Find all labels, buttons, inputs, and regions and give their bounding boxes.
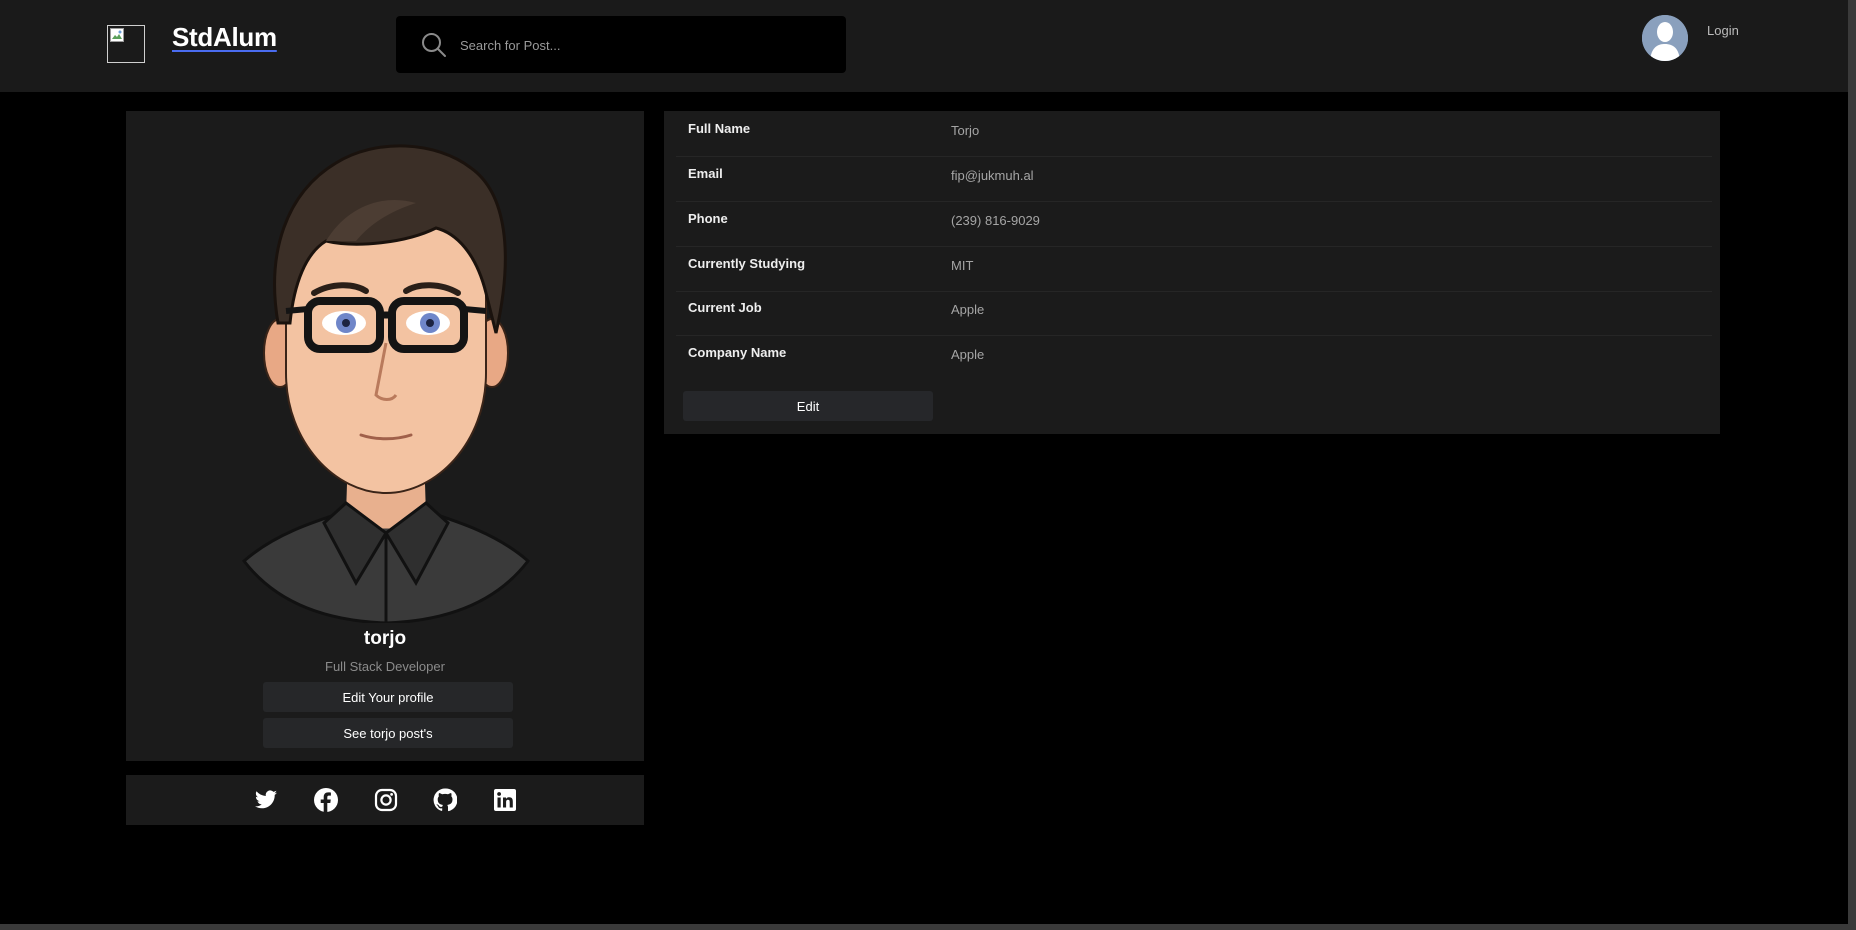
profile-avatar bbox=[241, 144, 531, 623]
detail-label: Phone bbox=[688, 211, 728, 226]
login-link[interactable]: Login bbox=[1707, 23, 1739, 38]
detail-label: Currently Studying bbox=[688, 256, 806, 271]
profile-details-card: Full Name Torjo Email fip@jukmuh.al Phon… bbox=[664, 111, 1720, 434]
detail-row-phone: Phone (239) 816-9029 bbox=[676, 201, 1712, 247]
vertical-scrollbar[interactable] bbox=[1848, 0, 1856, 930]
search-bar[interactable] bbox=[396, 16, 846, 73]
detail-value: MIT bbox=[951, 258, 974, 273]
detail-row-current-job: Current Job Apple bbox=[676, 290, 1712, 336]
detail-value: fip@jukmuh.al bbox=[951, 168, 1034, 183]
profile-role: Full Stack Developer bbox=[325, 659, 445, 674]
detail-row-email: Email fip@jukmuh.al bbox=[676, 156, 1712, 202]
detail-value: Torjo bbox=[951, 123, 980, 138]
horizontal-scrollbar[interactable] bbox=[0, 924, 1856, 930]
facebook-icon[interactable] bbox=[314, 788, 338, 812]
edit-profile-button[interactable]: Edit Your profile bbox=[263, 682, 513, 712]
navbar: StdAlum Login bbox=[0, 0, 1856, 92]
linkedin-icon[interactable] bbox=[493, 788, 517, 812]
logo-image[interactable] bbox=[107, 25, 145, 63]
broken-image-icon bbox=[110, 28, 124, 42]
detail-row-full-name: Full Name Torjo bbox=[676, 111, 1712, 157]
detail-row-company-name: Company Name Apple bbox=[676, 335, 1712, 380]
detail-label: Full Name bbox=[688, 121, 751, 136]
detail-value: (239) 816-9029 bbox=[951, 213, 1040, 228]
edit-details-button[interactable]: Edit bbox=[683, 391, 933, 421]
github-icon[interactable] bbox=[433, 788, 457, 812]
detail-label: Current Job bbox=[688, 300, 762, 315]
detail-label: Email bbox=[688, 166, 723, 181]
instagram-icon[interactable] bbox=[374, 788, 398, 812]
social-links bbox=[126, 775, 644, 825]
user-silhouette-icon bbox=[1642, 15, 1688, 61]
detail-row-currently-studying: Currently Studying MIT bbox=[676, 246, 1712, 292]
profile-username: torjo bbox=[363, 628, 407, 649]
detail-value: Apple bbox=[951, 302, 985, 317]
brand-title[interactable]: StdAlum bbox=[172, 22, 277, 53]
detail-value: Apple bbox=[951, 347, 985, 362]
profile-card: torjo Full Stack Developer Edit Your pro… bbox=[126, 111, 644, 761]
see-posts-button[interactable]: See torjo post's bbox=[263, 718, 513, 748]
search-icon bbox=[422, 33, 446, 57]
search-input[interactable] bbox=[458, 30, 822, 60]
detail-label: Company Name bbox=[688, 345, 787, 360]
user-avatar[interactable] bbox=[1642, 15, 1688, 61]
twitter-icon[interactable] bbox=[254, 788, 278, 812]
